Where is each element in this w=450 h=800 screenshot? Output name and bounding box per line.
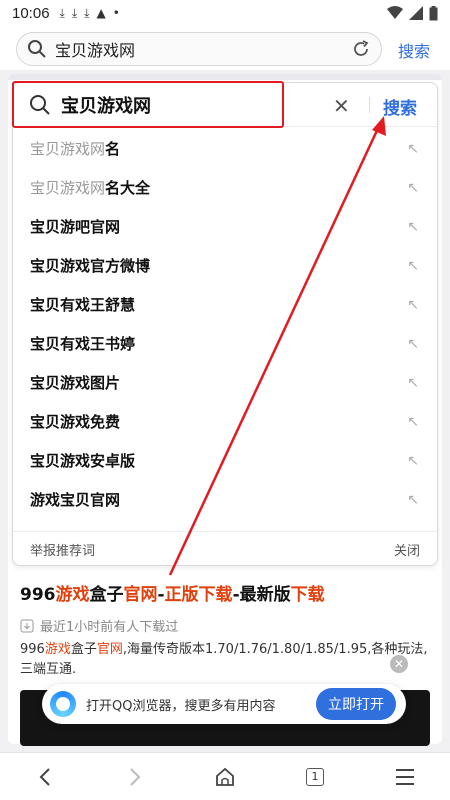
download-icon: ⤓ (84, 5, 90, 20)
top-search-bar: 宝贝游戏网 搜索 (0, 26, 450, 70)
result-snippet: 996游戏盒子官网,海量传奇版本1.70/1.76/1.80/1.85/1.95… (20, 642, 428, 677)
fill-arrow-icon[interactable]: ↖ (407, 141, 419, 157)
report-suggestions-link[interactable]: 举报推荐词 (30, 540, 95, 559)
menu-button[interactable] (385, 757, 425, 797)
fill-arrow-icon[interactable]: ↖ (407, 336, 419, 352)
fill-arrow-icon[interactable]: ↖ (407, 453, 419, 469)
home-icon (216, 767, 234, 786)
list-item[interactable]: 宝贝游戏图片 ↖ (13, 363, 437, 402)
suggestion-panel: 宝贝游戏网 ✕ 搜索 宝贝游戏网名 ↖ 宝贝游戏网 名大全 ↖ 宝贝游吧官网 ↖ 宝贝游… (12, 82, 438, 566)
forward-button[interactable] (115, 757, 155, 797)
download-icon: ⤓ (71, 5, 78, 20)
chevron-right-icon (130, 767, 141, 786)
search-icon (28, 40, 46, 58)
url-text: 宝贝游戏网 (55, 41, 136, 60)
clear-icon[interactable]: ✕ (333, 94, 350, 118)
open-now-button[interactable]: 立即打开 (316, 688, 396, 720)
suggest-search-button[interactable]: 搜索 (383, 94, 417, 119)
chevron-left-icon (39, 767, 50, 786)
result-meta: 最近1小时前有人下载过 (20, 616, 178, 635)
download-record-icon (20, 619, 34, 632)
result-title-link[interactable]: 996游戏盒子官网-正版下载-最新版下载 (20, 580, 325, 605)
fill-arrow-icon[interactable]: ↖ (407, 297, 419, 313)
list-item[interactable]: 宝贝游戏官方微博 ↖ (13, 246, 437, 285)
dot-icon: • (112, 6, 120, 20)
menu-icon (396, 768, 414, 785)
url-input[interactable]: 宝贝游戏网 (16, 32, 382, 66)
list-item[interactable]: 宝贝游戏免费 ↖ (13, 402, 437, 441)
fill-arrow-icon[interactable]: ↖ (407, 180, 419, 196)
fill-arrow-icon[interactable]: ↖ (407, 375, 419, 391)
list-item[interactable]: 宝贝有戏王舒慧 ↖ (13, 285, 437, 324)
list-item[interactable]: 宝贝游吧官网 ↖ (13, 207, 437, 246)
list-item[interactable]: 宝贝游戏网名 ↖ (13, 129, 437, 168)
list-item[interactable]: 宝贝有戏王书婷 ↖ (13, 324, 437, 363)
suggestion-list: 宝贝游戏网名 ↖ 宝贝游戏网 名大全 ↖ 宝贝游吧官网 ↖ 宝贝游戏官方微博 ↖ 宝贝有戏… (13, 129, 437, 519)
list-item[interactable]: 宝贝游戏网 名大全 ↖ (13, 168, 437, 207)
home-button[interactable] (205, 757, 245, 797)
back-button[interactable] (25, 757, 65, 797)
status-time: 10:06 (12, 4, 50, 22)
fill-arrow-icon[interactable]: ↖ (407, 258, 419, 274)
download-icon: ⤓ (59, 5, 65, 20)
annotation-highlight-box (12, 81, 284, 128)
close-suggestions-button[interactable]: 关闭 (394, 540, 420, 559)
wifi-icon (387, 6, 403, 19)
fill-arrow-icon[interactable]: ↖ (407, 414, 419, 430)
tabs-button[interactable]: 1 (295, 757, 335, 797)
battery-icon (429, 5, 438, 20)
refresh-icon[interactable] (351, 39, 371, 59)
qq-browser-banner[interactable]: 打开QQ浏览器，搜更多有用内容 立即打开 (42, 684, 406, 724)
tab-count: 1 (306, 767, 324, 786)
close-icon[interactable]: ✕ (390, 655, 408, 673)
list-item[interactable]: 游戏宝贝官网 ↖ (13, 480, 437, 519)
qq-banner-text: 打开QQ浏览器，搜更多有用内容 (86, 698, 276, 714)
top-search-button[interactable]: 搜索 (398, 38, 430, 62)
qq-browser-logo-icon (50, 691, 76, 717)
app-notification-icon: ▲ (96, 6, 106, 20)
fill-arrow-icon[interactable]: ↖ (407, 492, 419, 508)
fill-arrow-icon[interactable]: ↖ (407, 219, 419, 235)
list-item[interactable]: 宝贝游戏安卓版 ↖ (13, 441, 437, 480)
signal-icon (409, 6, 423, 20)
suggestion-footer: 举报推荐词 关闭 (13, 531, 437, 567)
bottom-nav: 1 (0, 752, 450, 800)
status-bar: 10:06 ⤓ ⤓ ⤓ ▲ • (0, 0, 450, 26)
